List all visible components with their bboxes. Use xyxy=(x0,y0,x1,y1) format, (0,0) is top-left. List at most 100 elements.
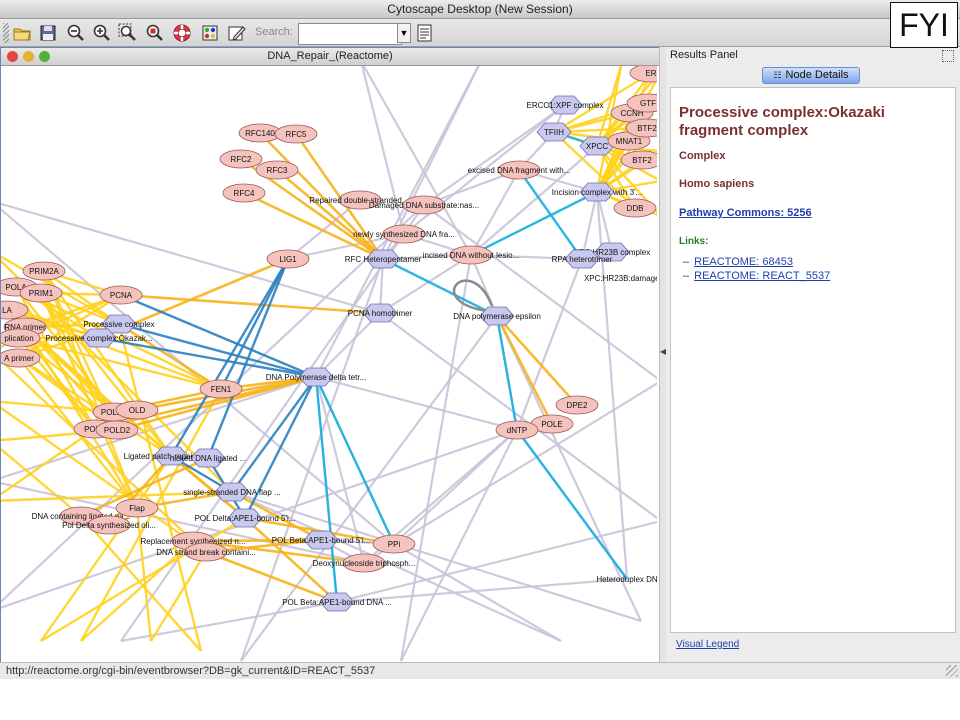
network-node-label: OLD xyxy=(129,406,146,415)
network-edge xyxy=(314,376,339,603)
network-node-label: dNTP xyxy=(507,426,527,435)
network-node[interactable]: dNTP xyxy=(495,420,539,440)
network-node-label: DNA Polymerase delta tetr... xyxy=(266,373,367,382)
search-options-button[interactable] xyxy=(414,22,436,43)
network-node-label: Processive complex xyxy=(83,320,154,329)
open-folder-icon xyxy=(13,28,31,40)
network-node-label: A primer xyxy=(4,354,34,363)
network-node[interactable]: ERCC1:XPF complex xyxy=(527,95,604,115)
network-node-label: POL Beta:APE1-bound DNA ... xyxy=(282,598,392,607)
network-node[interactable]: A primer xyxy=(1,348,41,368)
tab-node-details-label: Node Details xyxy=(785,69,849,81)
network-edge xyxy=(516,429,628,580)
network-node-label: PCNA xyxy=(110,291,133,300)
network-node[interactable]: Deoxynucleoside triphosph... xyxy=(313,553,416,573)
network-node[interactable]: newly synthesized DNA fra... xyxy=(353,224,455,244)
zoom-selected-button[interactable] xyxy=(144,22,166,43)
network-node[interactable]: DPE2 xyxy=(555,395,599,415)
reactome-link[interactable]: REACTOME: REACT_5537 xyxy=(694,270,830,282)
network-node-label: RFC5 xyxy=(286,130,307,139)
network-node-label: BTF2 xyxy=(632,156,652,165)
network-node[interactable]: plication xyxy=(1,328,41,348)
network-title: DNA_Repair_(Reactome) xyxy=(267,50,393,62)
results-panel: Results Panel ☷ Node Details Processive c… xyxy=(666,47,960,662)
network-node[interactable]: OLD xyxy=(115,400,159,420)
network-node[interactable]: RFC4 xyxy=(222,183,266,203)
visual-legend-link[interactable]: Visual Legend xyxy=(676,639,739,650)
network-node[interactable]: LIG1 xyxy=(266,249,310,269)
status-url: http://reactome.org/cgi-bin/eventbrowser… xyxy=(6,665,376,677)
fyi-label: FYI xyxy=(890,2,958,48)
app-titlebar: Cytoscape Desktop (New Session) xyxy=(0,0,960,19)
zoom-fit-button[interactable] xyxy=(117,22,139,43)
network-node[interactable]: RFC2 xyxy=(219,149,263,169)
network-node[interactable]: Flap xyxy=(115,498,159,518)
network-node-label: Flap xyxy=(129,504,145,513)
network-edge xyxy=(118,322,317,379)
network-node-label: newly synthesized DNA fra... xyxy=(353,230,455,239)
network-edge xyxy=(423,204,657,380)
search-dropdown-button[interactable]: ▼ xyxy=(397,23,411,43)
network-node-label: RFC2 xyxy=(231,155,252,164)
network-node[interactable]: incised DNA without lesio... xyxy=(423,245,520,265)
app-title: Cytoscape Desktop (New Session) xyxy=(387,2,573,16)
main-toolbar: Search: ▼ xyxy=(0,19,960,47)
network-window: DNA_Repair_(Reactome) RFC140 RFC5 RFC2 RFC3… xyxy=(0,47,660,664)
zoom-out-icon xyxy=(67,24,84,41)
node-type: Complex xyxy=(679,150,726,162)
network-node[interactable]: BTF2 xyxy=(620,150,657,170)
help-button[interactable] xyxy=(171,22,193,43)
edit-button[interactable] xyxy=(226,22,248,43)
toolbar-grip[interactable] xyxy=(3,23,9,43)
network-node-label: excised DNA fragment with... xyxy=(468,166,571,175)
network-node-label: XPC:HR23B:damaged xyxy=(584,274,657,283)
network-node-label: Heteroduplex DN xyxy=(596,575,657,584)
network-edge xyxy=(315,375,518,432)
save-button[interactable] xyxy=(37,22,59,43)
network-edge xyxy=(496,315,578,406)
dock-icon[interactable] xyxy=(942,50,954,62)
network-node-label: Processive complex:Okazak... xyxy=(45,334,152,343)
network-node-label: RFC4 xyxy=(234,189,255,198)
network-edge xyxy=(393,429,518,545)
network-node[interactable]: DDB xyxy=(613,198,657,218)
network-canvas[interactable]: RFC140 RFC5RFC2RFC3RFC4Repaired double-st… xyxy=(1,66,657,662)
links-header: Links: xyxy=(679,236,709,247)
network-node[interactable]: PRIM2A xyxy=(22,261,66,281)
reactome-link[interactable]: REACTOME: 68453 xyxy=(694,256,793,268)
network-node[interactable]: RFC3 xyxy=(255,160,299,180)
network-node[interactable]: POLD2 xyxy=(95,420,139,440)
network-node[interactable]: XPC:HR23B:damaged xyxy=(584,274,657,283)
tab-node-details[interactable]: ☷ Node Details xyxy=(762,67,860,84)
network-node-label: FEN1 xyxy=(211,385,232,394)
zoom-out-button[interactable] xyxy=(65,22,87,43)
network-node-label: PRIM1 xyxy=(29,289,54,298)
pathway-commons-link[interactable]: Pathway Commons: 5256 xyxy=(679,207,812,219)
network-node-label: ERCC1:XPF complex xyxy=(527,101,604,110)
panel-splitter[interactable]: ◀ xyxy=(659,47,666,662)
node-details-icon: ☷ xyxy=(773,70,782,80)
zoom-in-button[interactable] xyxy=(91,22,113,43)
network-node[interactable]: PRIM1 xyxy=(19,283,63,303)
network-node[interactable]: PPi xyxy=(372,534,416,554)
network-node[interactable]: TFIIH xyxy=(536,122,572,142)
network-node[interactable]: PCNA xyxy=(99,285,143,305)
network-node-label: LA xyxy=(2,306,12,315)
open-button[interactable] xyxy=(11,22,33,43)
network-node[interactable]: RFC140 xyxy=(238,123,282,143)
network-node-label: LIG1 xyxy=(279,255,297,264)
search-input[interactable] xyxy=(298,23,402,45)
network-node[interactable]: ER xyxy=(629,66,657,83)
network-node[interactable]: RFC5 xyxy=(274,124,318,144)
resize-grip-icon[interactable] xyxy=(946,665,958,677)
network-node[interactable]: DNA polymerase epsilon xyxy=(453,306,541,326)
network-node[interactable]: Heteroduplex DN xyxy=(596,575,657,584)
zoom-selected-icon xyxy=(146,24,163,41)
vizmapper-button[interactable] xyxy=(199,22,221,43)
network-node-label: DNA strand break containi... xyxy=(156,548,256,557)
network-node-label: DPE2 xyxy=(567,401,588,410)
network-node[interactable]: FEN1 xyxy=(199,379,243,399)
network-node[interactable]: RFC Heteropentamer xyxy=(345,249,422,269)
network-node-label: PCNA homotrimer xyxy=(348,309,413,318)
reactome-link-item: – REACTOME: REACT_5537 xyxy=(683,270,831,282)
